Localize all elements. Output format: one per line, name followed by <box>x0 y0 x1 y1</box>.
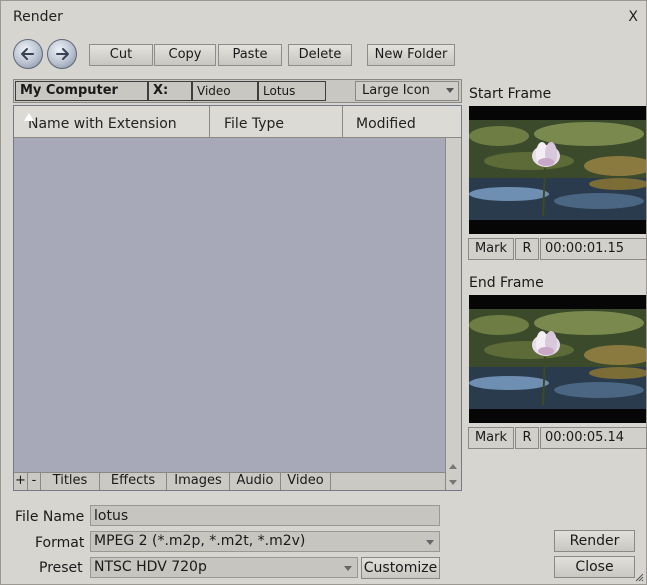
column-file-type[interactable]: File Type <box>210 106 343 137</box>
file-list[interactable]: Name with Extension File Type Modified +… <box>13 105 462 491</box>
chevron-down-icon <box>446 88 454 93</box>
end-timecode[interactable]: 00:00:05.14 <box>540 427 647 449</box>
content-tabs: + - Titles Effects Images Audio Video <box>14 472 445 490</box>
view-mode-dropdown[interactable]: Large Icon <box>355 81 459 101</box>
preset-select[interactable]: NTSC HDV 720p <box>90 557 358 578</box>
tab-titles[interactable]: Titles <box>41 473 100 490</box>
tab-images[interactable]: Images <box>167 473 230 490</box>
render-button[interactable]: Render <box>554 530 635 552</box>
end-mark-button[interactable]: Mark <box>468 427 514 449</box>
lotus-thumbnail-image <box>469 295 646 423</box>
start-frame-preview <box>469 106 646 234</box>
arrow-right-icon <box>56 48 69 60</box>
column-name-label: Name with Extension <box>28 116 177 132</box>
view-mode-value: Large Icon <box>362 83 430 98</box>
start-frame-label: Start Frame <box>469 86 552 102</box>
crumb-lotus[interactable]: Lotus <box>258 81 326 101</box>
start-r-button[interactable]: R <box>515 238 539 260</box>
paste-button[interactable]: Paste <box>218 44 282 66</box>
column-modified-label: Modified <box>356 116 416 132</box>
column-file-type-label: File Type <box>224 116 285 132</box>
scroll-up-icon[interactable] <box>449 464 457 469</box>
format-label: Format <box>35 535 85 551</box>
tab-add[interactable]: + <box>14 473 28 490</box>
end-r-button[interactable]: R <box>515 427 539 449</box>
window-title: Render <box>13 9 63 25</box>
end-frame-label: End Frame <box>469 275 544 291</box>
customize-button[interactable]: Customize <box>361 557 440 579</box>
new-folder-button[interactable]: New Folder <box>367 44 455 66</box>
crumb-video[interactable]: Video <box>192 81 258 101</box>
column-name[interactable]: Name with Extension <box>14 106 210 137</box>
sort-ascending-icon <box>24 113 34 121</box>
start-timecode[interactable]: 00:00:01.15 <box>540 238 647 260</box>
chevron-down-icon <box>426 540 434 545</box>
file-name-label: File Name <box>15 509 85 525</box>
scroll-down-icon[interactable] <box>449 480 457 485</box>
file-name-input[interactable] <box>90 505 440 526</box>
tab-effects[interactable]: Effects <box>100 473 167 490</box>
lotus-thumbnail-image <box>469 106 646 234</box>
preset-label: Preset <box>39 560 83 576</box>
render-dialog: Render X Cut Copy Paste Delete New Folde… <box>0 0 647 585</box>
format-value: MPEG 2 (*.m2p, *.m2t, *.m2v) <box>94 533 306 549</box>
close-button[interactable]: Close <box>554 556 635 578</box>
end-frame-preview <box>469 295 646 423</box>
cut-button[interactable]: Cut <box>89 44 153 66</box>
title-bar: Render X <box>1 1 646 31</box>
copy-button[interactable]: Copy <box>154 44 216 66</box>
resize-grip-icon[interactable] <box>634 572 644 582</box>
start-mark-button[interactable]: Mark <box>468 238 514 260</box>
chevron-down-icon <box>344 566 352 571</box>
vertical-scrollbar[interactable] <box>445 138 461 490</box>
tab-audio[interactable]: Audio <box>230 473 281 490</box>
file-list-body[interactable] <box>14 138 445 474</box>
column-modified[interactable]: Modified <box>343 106 461 137</box>
preset-value: NTSC HDV 720p <box>94 559 207 575</box>
back-button[interactable] <box>13 39 43 69</box>
crumb-my-computer[interactable]: My Computer <box>15 81 148 101</box>
forward-button[interactable] <box>47 39 77 69</box>
tab-remove[interactable]: - <box>28 473 41 490</box>
format-select[interactable]: MPEG 2 (*.m2p, *.m2t, *.m2v) <box>90 531 440 552</box>
close-window-button[interactable]: X <box>628 9 638 25</box>
path-bar: My Computer X: Video Lotus Large Icon <box>13 79 462 103</box>
arrow-left-icon <box>21 48 34 60</box>
crumb-drive[interactable]: X: <box>148 81 192 101</box>
tab-video[interactable]: Video <box>281 473 331 490</box>
list-header: Name with Extension File Type Modified <box>14 106 461 138</box>
delete-button[interactable]: Delete <box>288 44 352 66</box>
